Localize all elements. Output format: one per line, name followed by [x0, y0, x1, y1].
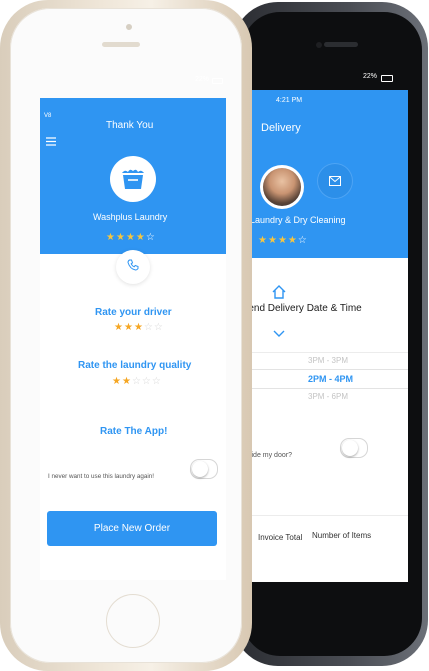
time-slot-selected[interactable]: 2PM - 4PM	[308, 374, 353, 384]
front-status-time: 4:21 PM	[120, 98, 142, 100]
rate-driver-label: Rate your driver	[95, 307, 172, 318]
menu-icon[interactable]	[46, 137, 56, 146]
back-title: Delivery	[261, 122, 301, 134]
home-button[interactable]	[106, 594, 160, 648]
never-use-label: I never want to use this laundry again!	[48, 473, 155, 480]
front-business-name: Washplus Laundry	[93, 212, 168, 222]
star-filled-icon: ★	[258, 235, 268, 246]
front-header: V8 4:21 PM Thank You Washplus Laundry ★★…	[40, 98, 226, 254]
back-header: 4:21 PM Delivery Laundry & Dry Cleaning …	[248, 90, 408, 258]
never-use-toggle-knob	[192, 461, 208, 477]
back-status-battery-text: 22%	[363, 73, 378, 80]
avatar	[260, 165, 304, 209]
call-button[interactable]	[116, 250, 150, 284]
place-new-order-button[interactable]: Place New Order	[47, 511, 217, 546]
driver-rating[interactable]: ★★★☆☆	[114, 322, 164, 333]
rate-app-label[interactable]: Rate The App!	[100, 426, 167, 437]
star-empty-icon[interactable]: ☆	[142, 376, 152, 387]
star-filled-icon: ★	[125, 232, 136, 243]
recommend-delivery-heading: mend Delivery Date & Time	[248, 303, 362, 314]
footer-divider	[248, 515, 408, 516]
back-business-rating: ★★★★☆	[258, 235, 308, 246]
laundry-logo	[110, 156, 156, 202]
laundry-basket-icon	[122, 169, 144, 189]
invoice-total-label: Invoice Total	[258, 533, 303, 542]
back-battery-icon	[381, 75, 393, 82]
avatar-photo	[263, 168, 301, 206]
front-phone-speaker	[102, 42, 140, 47]
never-use-toggle[interactable]	[190, 459, 218, 479]
star-filled-icon[interactable]: ★	[122, 376, 132, 387]
back-screen: 4:21 PM Delivery Laundry & Dry Cleaning …	[248, 90, 408, 582]
star-filled-icon: ★	[287, 235, 298, 246]
front-phone-camera	[126, 24, 132, 30]
back-phone-speaker	[324, 42, 358, 47]
star-empty-icon[interactable]: ☆	[154, 322, 164, 333]
front-status-carrier: V8	[44, 113, 52, 119]
rate-quality-label: Rate the laundry quality	[78, 360, 192, 371]
door-question: side my door?	[248, 452, 292, 459]
star-filled-icon[interactable]: ★	[124, 322, 134, 333]
back-business-name: Laundry & Dry Cleaning	[250, 215, 346, 225]
star-filled-icon[interactable]: ★	[114, 322, 124, 333]
home-icon[interactable]	[272, 285, 286, 299]
star-empty-icon[interactable]: ☆	[144, 322, 154, 333]
front-battery-icon	[212, 78, 223, 84]
back-status-time: 4:21 PM	[276, 97, 303, 104]
star-empty-icon: ☆	[297, 235, 308, 246]
mail-icon	[329, 176, 341, 186]
star-filled-icon[interactable]: ★	[134, 322, 144, 333]
front-screen: V8 4:21 PM Thank You Washplus Laundry ★★…	[40, 98, 226, 580]
star-empty-icon: ☆	[145, 232, 156, 243]
time-slot-1[interactable]: 3PM - 3PM	[308, 356, 348, 365]
chevron-down-icon[interactable]	[273, 330, 285, 338]
phone-icon	[127, 259, 139, 271]
star-filled-icon: ★	[277, 235, 288, 246]
slot-divider-top	[248, 352, 408, 353]
door-toggle[interactable]	[340, 438, 368, 458]
slot-divider-2	[248, 388, 408, 389]
star-filled-icon: ★	[115, 232, 126, 243]
star-empty-icon[interactable]: ☆	[152, 376, 162, 387]
slot-divider-1	[248, 369, 408, 370]
star-filled-icon: ★	[106, 232, 116, 243]
message-button[interactable]	[318, 164, 352, 198]
star-filled-icon: ★	[135, 232, 146, 243]
star-filled-icon: ★	[267, 235, 278, 246]
front-title: Thank You	[106, 120, 154, 131]
quality-rating[interactable]: ★★☆☆☆	[112, 376, 162, 387]
number-of-items-label: Number of Items	[312, 531, 372, 540]
back-phone-camera	[316, 42, 322, 48]
door-toggle-knob	[342, 440, 358, 456]
front-status-battery-text: 22%	[195, 76, 210, 83]
star-filled-icon[interactable]: ★	[112, 376, 122, 387]
time-slot-3[interactable]: 3PM - 6PM	[308, 392, 348, 401]
front-business-rating: ★★★★☆	[106, 232, 156, 243]
star-empty-icon[interactable]: ☆	[132, 376, 142, 387]
